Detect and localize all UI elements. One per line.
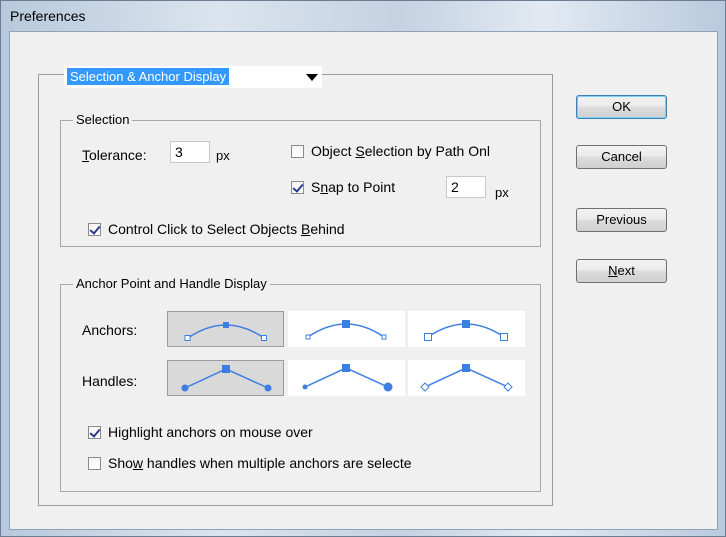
previous-button[interactable]: Previous — [576, 208, 667, 232]
tolerance-label: Tolerance: — [82, 147, 147, 163]
control-click-label[interactable]: Control Click to Select Objects Behind — [108, 221, 345, 237]
anchor-style-3-icon — [424, 320, 508, 341]
handle-style-3-icon — [420, 364, 513, 392]
snap-to-point-input[interactable]: 2 — [446, 176, 486, 198]
snap-to-point-unit: px — [495, 185, 509, 200]
dialog-body: Selection & Anchor Display Selection Tol… — [9, 31, 718, 530]
tolerance-input[interactable]: 3 — [170, 141, 210, 163]
highlight-anchors-label[interactable]: Highlight anchors on mouse over — [108, 424, 313, 440]
snap-to-point-checkbox[interactable] — [291, 181, 304, 194]
object-selection-by-path-label[interactable]: Object Selection by Path Onl — [311, 143, 490, 159]
control-click-checkbox[interactable] — [88, 223, 101, 236]
preferences-dialog: Preferences Selection & Anchor Display S… — [0, 0, 726, 537]
panel-selector-dropdown[interactable]: Selection & Anchor Display — [64, 66, 322, 88]
anchor-option-2[interactable] — [288, 311, 405, 347]
object-selection-by-path-checkbox[interactable] — [291, 145, 304, 158]
handle-option-1[interactable] — [167, 360, 284, 396]
window-title: Preferences — [10, 8, 86, 24]
anchors-label: Anchors: — [82, 322, 138, 338]
handle-option-2[interactable] — [288, 360, 405, 396]
anchor-option-3[interactable] — [408, 311, 525, 347]
anchor-option-1[interactable] — [167, 311, 284, 347]
show-handles-multiple-label[interactable]: Show handles when multiple anchors are s… — [108, 455, 412, 471]
anchor-display-group-label: Anchor Point and Handle Display — [73, 276, 270, 291]
show-handles-multiple-checkbox[interactable] — [88, 457, 101, 470]
ok-button[interactable]: OK — [576, 95, 667, 119]
title-bar[interactable]: Preferences — [1, 1, 725, 31]
handles-label: Handles: — [82, 373, 138, 389]
next-button[interactable]: Next — [576, 259, 667, 283]
panel-selector-value: Selection & Anchor Display — [67, 68, 230, 85]
dropdown-arrow-icon[interactable] — [306, 74, 318, 81]
anchor-style-1-icon — [184, 322, 267, 341]
snap-to-point-label[interactable]: Snap to Point — [311, 179, 395, 195]
tolerance-unit: px — [216, 148, 230, 163]
anchor-style-2-icon — [305, 320, 387, 340]
handle-style-2-icon — [302, 364, 393, 392]
handle-option-3[interactable] — [408, 360, 525, 396]
highlight-anchors-checkbox[interactable] — [88, 426, 101, 439]
selection-group-label: Selection — [73, 112, 133, 127]
handle-style-1-icon — [181, 365, 272, 392]
cancel-button[interactable]: Cancel — [576, 145, 667, 169]
